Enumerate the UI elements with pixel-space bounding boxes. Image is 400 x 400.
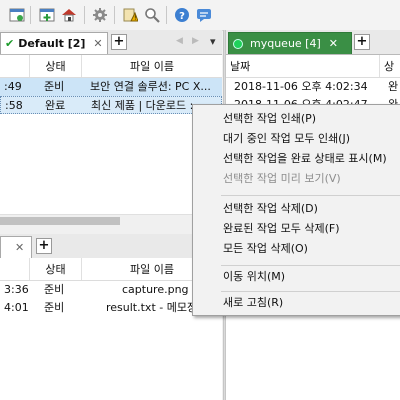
column-header-date[interactable]: 날짜 [226,55,380,77]
table-row[interactable]: :58 완료 최신 제품 | 다운로드 : [0,96,222,114]
column-header-status[interactable]: 상 [380,55,400,77]
clear-queue-icon[interactable]: ! [121,6,139,24]
menu-item-move-to[interactable]: 이동 위치(M) [223,267,285,287]
tab-default-label: Default [2] [18,37,86,50]
context-menu: 선택한 작업 인쇄(P) 대기 중인 작업 모두 인쇄(J) 선택한 작업을 완… [192,104,400,316]
menu-separator [221,265,400,266]
row-status: 완료 [45,99,66,112]
help-icon[interactable]: ? [173,6,191,24]
right-tab-strip: myqueue [4] ✕ + [226,30,400,55]
close-icon[interactable]: ✕ [15,241,24,254]
home-icon[interactable] [60,6,78,24]
table-row[interactable]: :49 준비 보안 연결 솔루션: PC X... [0,78,222,96]
message-icon[interactable] [195,6,213,24]
row-status: 준비 [44,80,65,93]
column-header-status[interactable]: 상태 [30,55,82,77]
menu-item-mark-complete[interactable]: 선택한 작업을 완료 상태로 표시(M) [223,149,387,169]
add-queue-icon[interactable] [38,6,56,24]
toolbar-separator [114,6,115,24]
svg-text:?: ? [179,11,185,22]
toolbar-separator [166,6,167,24]
close-icon[interactable]: ✕ [93,37,102,50]
scrollbar-thumb[interactable] [0,217,120,225]
table-row[interactable]: 4:01 준비 result.txt - 메모장 [0,299,222,317]
column-header-filename[interactable]: 파일 이름 [82,55,222,77]
tab-lower[interactable]: ✕ [0,236,32,258]
menu-item-preview-selected: 선택한 작업 미리 보기(V) [223,172,341,185]
table-row[interactable]: 2018-11-06 오후 4:02:34 완 [226,78,400,96]
tab-default[interactable]: ✔ Default [2] ✕ [0,32,108,54]
row-date: 2018-11-06 오후 4:02:34 [234,80,368,93]
menu-item-print-all-pending[interactable]: 대기 중인 작업 모두 인쇄(J) [223,129,350,149]
horizontal-scrollbar[interactable] [0,214,222,227]
row-time: 4:01 [4,301,29,314]
search-icon[interactable] [143,6,161,24]
row-time: 3:36 [4,283,29,296]
grid-header: 날짜 상 [226,55,400,78]
default-queue-grid: 상태 파일 이름 :49 준비 보안 연결 솔루션: PC X... :58 완… [0,55,222,215]
tab-prev-icon[interactable]: ◀ [176,36,183,46]
close-icon[interactable]: ✕ [329,37,338,50]
layout-icon[interactable] [8,6,26,24]
add-tab-button[interactable]: + [111,34,127,50]
tab-myqueue[interactable]: myqueue [4] ✕ [228,32,352,54]
row-time: :49 [4,80,22,93]
toolbar-separator [84,6,85,24]
main-toolbar: ! ? [0,0,400,31]
row-time: :58 [5,99,23,112]
grid-header: 상태 파일 이름 [0,258,222,281]
menu-item-print-selected[interactable]: 선택한 작업 인쇄(P) [223,109,316,129]
svg-text:!: ! [134,15,136,22]
menu-separator [221,291,400,292]
row-status: 완 [388,80,399,93]
left-tab-strip: ✔ Default [2] ✕ + ◀ ▶ ▾ [0,30,222,55]
menu-item-refresh[interactable]: 새로 고침(R) [223,293,283,313]
row-filename: 보안 연결 솔루션: PC X... [90,80,211,93]
add-tab-button[interactable]: + [354,34,370,50]
check-icon: ✔ [5,37,15,50]
tab-myqueue-label: myqueue [4] [250,37,321,50]
status-dot-icon [233,38,243,49]
tab-menu-icon[interactable]: ▾ [210,35,216,48]
menu-item-delete-all[interactable]: 모든 작업 삭제(O) [223,239,308,259]
row-status: 준비 [44,283,65,296]
grid-header: 상태 파일 이름 [0,55,222,78]
add-tab-button[interactable]: + [36,238,52,254]
toolbar-separator [30,6,31,24]
table-row[interactable]: 3:36 준비 capture.png [0,281,222,299]
column-header-status[interactable]: 상태 [30,258,82,280]
lower-tab-strip: ✕ + [0,234,222,259]
menu-separator [221,195,400,196]
tab-next-icon[interactable]: ▶ [192,36,199,46]
lower-queue-grid: 상태 파일 이름 3:36 준비 capture.png 4:01 준비 res… [0,258,222,400]
menu-item-delete-completed[interactable]: 완료된 작업 모두 삭제(F) [223,219,339,239]
column-header-time[interactable] [0,55,30,77]
row-status: 준비 [44,301,65,314]
column-header-time[interactable] [0,258,30,280]
settings-icon[interactable] [91,6,109,24]
menu-item-delete-selected[interactable]: 선택한 작업 삭제(D) [223,199,318,219]
